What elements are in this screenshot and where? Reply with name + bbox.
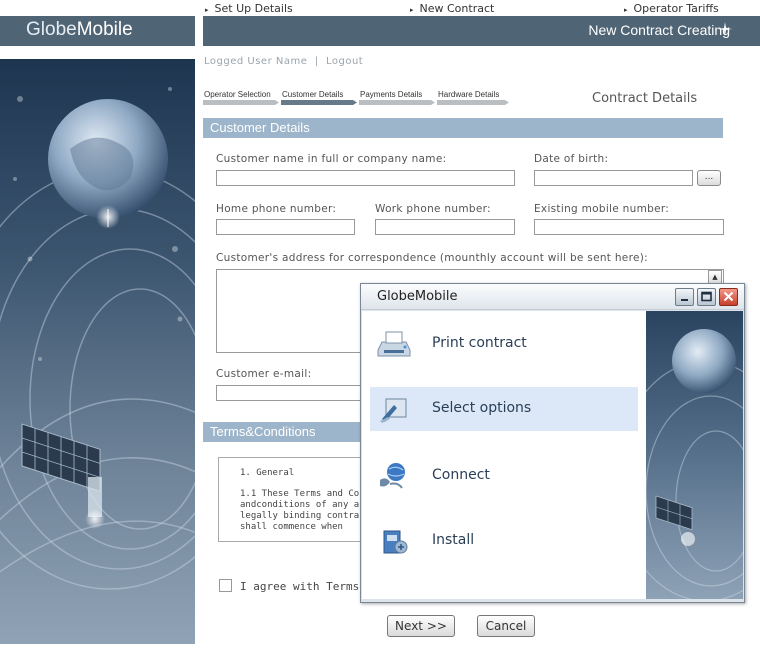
email-label: Customer e-mail:	[216, 368, 312, 380]
decorative-artwork	[0, 59, 195, 644]
printer-icon	[377, 331, 411, 357]
nav-operator-tariffs[interactable]: ▸ Operator Tariffs	[624, 2, 719, 15]
sparkle-icon	[718, 22, 732, 36]
menu-item-connect[interactable]: Connect	[370, 454, 638, 498]
dob-label: Date of birth:	[534, 153, 609, 165]
dialog-title-bar[interactable]: GlobeMobile	[361, 284, 744, 310]
home-phone-input[interactable]	[216, 219, 355, 235]
nav-new-contract[interactable]: ▸ New Contract	[410, 2, 494, 15]
user-line: Logged User Name | Logout	[204, 56, 363, 67]
customer-name-input[interactable]	[216, 170, 515, 186]
logout-link[interactable]: Logout	[326, 56, 363, 67]
dob-input[interactable]	[534, 170, 693, 186]
next-button[interactable]: Next >>	[387, 615, 455, 637]
dialog-title: GlobeMobile	[377, 289, 458, 304]
nav-set-up-details[interactable]: ▸ Set Up Details	[205, 2, 293, 15]
globe-connect-icon	[380, 463, 405, 489]
install-icon	[383, 530, 408, 554]
logged-user-name[interactable]: Logged User Name	[204, 56, 307, 67]
terms-text-box[interactable]: 1. General 1.1 These Terms and Co andcon…	[218, 457, 378, 542]
terms-line: legally binding contract	[240, 511, 371, 521]
menu-item-print-contract[interactable]: Print contract	[370, 322, 638, 366]
customer-details-header: Customer Details	[203, 118, 723, 138]
email-input[interactable]	[216, 385, 366, 401]
agree-label: I agree with Terms &	[240, 580, 373, 593]
address-label: Customer's address for correspondence (m…	[216, 252, 648, 264]
close-icon	[723, 291, 734, 302]
step-operator-selection[interactable]: Operator Selection	[203, 89, 279, 105]
brand-logo: GlobeMobile	[0, 16, 195, 46]
cancel-button[interactable]: Cancel	[477, 615, 535, 637]
separator: |	[314, 56, 319, 67]
menu-item-label: Install	[432, 532, 475, 548]
globemobile-dialog: GlobeMobile Print contract Select option…	[360, 283, 745, 603]
customer-name-label: Customer name in full or company name:	[216, 153, 447, 165]
terms-header: Terms&Conditions	[203, 422, 363, 442]
menu-item-select-options[interactable]: Select options	[370, 387, 638, 431]
mobile-label: Existing mobile number:	[534, 203, 670, 215]
maximize-button[interactable]	[697, 288, 716, 306]
dialog-menu: Print contract Select options Connect In…	[362, 311, 646, 599]
minimize-button[interactable]	[675, 288, 694, 306]
menu-item-install[interactable]: Install	[370, 519, 638, 563]
step-hardware-details[interactable]: Hardware Details	[437, 89, 509, 105]
scroll-up-arrow-icon[interactable]: ▲	[708, 270, 722, 284]
menu-item-label: Connect	[432, 467, 490, 483]
dialog-decorative-artwork	[646, 311, 743, 599]
menu-item-label: Select options	[432, 400, 532, 416]
terms-line: 1.1 These Terms and Co	[240, 489, 360, 499]
date-picker-button[interactable]: ...	[697, 170, 721, 186]
agree-checkbox[interactable]	[219, 579, 232, 592]
minimize-icon	[681, 299, 688, 301]
contract-details-title: Contract Details	[592, 91, 698, 106]
step-payments-details[interactable]: Payments Details	[359, 89, 435, 105]
work-phone-input[interactable]	[375, 219, 515, 235]
close-button[interactable]	[719, 288, 738, 306]
terms-line: shall commence when	[240, 522, 343, 532]
terms-line: andconditions of any ap	[240, 500, 365, 510]
header-bar: New Contract Creating	[203, 16, 760, 46]
page-title: New Contract Creating	[588, 22, 730, 38]
menu-item-label: Print contract	[432, 335, 527, 351]
options-icon	[380, 398, 407, 423]
mobile-input[interactable]	[534, 219, 724, 235]
work-phone-label: Work phone number:	[375, 203, 491, 215]
maximize-icon	[701, 291, 712, 302]
home-phone-label: Home phone number:	[216, 203, 337, 215]
terms-heading: 1. General	[240, 468, 295, 478]
step-customer-details[interactable]: Customer Details	[281, 89, 357, 105]
